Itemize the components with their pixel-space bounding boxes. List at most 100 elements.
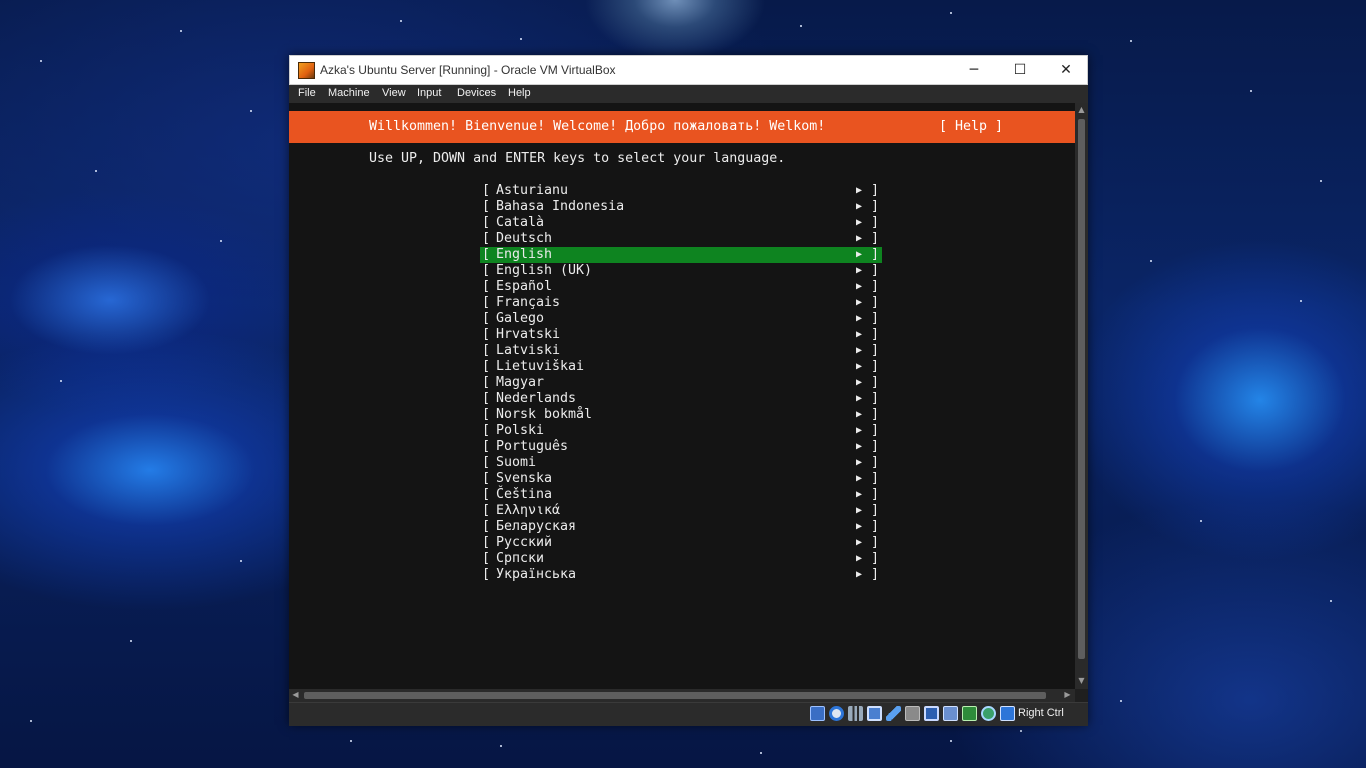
network-icon[interactable] <box>867 706 882 721</box>
bracket-open: [ <box>482 439 491 454</box>
bracket-open: [ <box>482 375 491 390</box>
language-option[interactable]: [Norsk bokmål ▶] <box>480 407 882 423</box>
mouse-integration-icon[interactable] <box>981 706 996 721</box>
language-option[interactable]: [Galego ▶] <box>480 311 882 327</box>
submenu-arrow-icon: ▶ <box>856 553 863 564</box>
language-option[interactable]: [Svenska ▶] <box>480 471 882 487</box>
close-button[interactable]: ✕ <box>1043 56 1089 85</box>
language-option[interactable]: [Nederlands ▶] <box>480 391 882 407</box>
bracket-open: [ <box>482 263 491 278</box>
menu-machine[interactable]: Machine <box>328 87 370 99</box>
scroll-right-arrow[interactable]: ▶ <box>1061 689 1074 702</box>
vertical-scroll-thumb[interactable] <box>1078 119 1085 659</box>
bracket-open: [ <box>482 551 491 566</box>
language-label: Hrvatski <box>496 327 561 342</box>
language-option[interactable]: [Suomi ▶] <box>480 455 882 471</box>
title-bar[interactable]: Azka's Ubuntu Server [Running] - Oracle … <box>289 55 1088 85</box>
language-option[interactable]: [ Español ▶] <box>480 279 882 295</box>
bracket-open: [ <box>482 215 491 230</box>
language-label: Nederlands <box>496 391 577 406</box>
bracket-close: ] <box>871 327 880 342</box>
submenu-arrow-icon: ▶ <box>856 441 863 452</box>
bracket-close: ] <box>871 551 880 566</box>
language-option[interactable]: [Русский ▶] <box>480 535 882 551</box>
submenu-arrow-icon: ▶ <box>856 537 863 548</box>
bracket-open: [ <box>482 423 491 438</box>
submenu-arrow-icon: ▶ <box>856 313 863 324</box>
language-option[interactable]: [Čeština ▶] <box>480 487 882 503</box>
bracket-open: [ <box>482 359 491 374</box>
bracket-close: ] <box>871 487 880 502</box>
submenu-arrow-icon: ▶ <box>856 393 863 404</box>
bracket-close: ] <box>871 359 880 374</box>
language-label: Galego <box>496 311 545 326</box>
scroll-left-arrow[interactable]: ◀ <box>289 689 302 702</box>
language-option[interactable]: [English ▶] <box>480 247 882 263</box>
bracket-close: ] <box>871 423 880 438</box>
language-option[interactable]: [Polski ▶] <box>480 423 882 439</box>
bracket-open: [ <box>482 455 491 470</box>
video-capture-icon[interactable] <box>943 706 958 721</box>
cpu-icon[interactable] <box>962 706 977 721</box>
language-option[interactable]: [Bahasa Indonesia ▶] <box>480 199 882 215</box>
language-option[interactable]: [Српски ▶] <box>480 551 882 567</box>
vertical-scrollbar[interactable]: ▲ ▼ <box>1075 103 1088 689</box>
language-option[interactable]: [Magyar ▶] <box>480 375 882 391</box>
vm-display[interactable]: Willkommen! Bienvenue! Welcome! Добро по… <box>289 103 1075 689</box>
language-option[interactable]: [Українська ▶] <box>480 567 882 583</box>
usb-icon[interactable] <box>886 706 901 721</box>
language-option[interactable]: [Ελληνικά ▶] <box>480 503 882 519</box>
bracket-open: [ <box>482 279 491 294</box>
language-label: Suomi <box>496 455 537 470</box>
submenu-arrow-icon: ▶ <box>856 505 863 516</box>
display-icon[interactable] <box>924 706 939 721</box>
scroll-down-arrow[interactable]: ▼ <box>1075 675 1088 688</box>
submenu-arrow-icon: ▶ <box>856 281 863 292</box>
menu-view[interactable]: View <box>382 87 406 99</box>
virtualbox-app-icon <box>298 62 315 79</box>
language-label: English (UK) <box>496 263 593 278</box>
menu-input[interactable]: Input <box>417 87 441 99</box>
language-option[interactable]: [Français ▶] <box>480 295 882 311</box>
optical-drive-icon[interactable] <box>829 706 844 721</box>
maximize-button[interactable]: ☐ <box>997 56 1043 85</box>
bracket-close: ] <box>871 535 880 550</box>
horizontal-scrollbar[interactable]: ◀ ▶ <box>289 689 1075 702</box>
instruction-text: Use UP, DOWN and ENTER keys to select yo… <box>369 151 786 166</box>
language-option[interactable]: [Asturianu ▶] <box>480 183 882 199</box>
keyboard-capture-icon[interactable] <box>1000 706 1015 721</box>
language-option[interactable]: [Lietuviškai ▶] <box>480 359 882 375</box>
audio-icon[interactable] <box>848 706 863 721</box>
hard-disk-icon[interactable] <box>810 706 825 721</box>
menu-devices[interactable]: Devices <box>457 87 496 99</box>
language-option[interactable]: [Català ▶] <box>480 215 882 231</box>
bracket-open: [ <box>482 231 491 246</box>
bracket-close: ] <box>871 183 880 198</box>
bracket-open: [ <box>482 471 491 486</box>
language-option[interactable]: [Hrvatski ▶] <box>480 327 882 343</box>
bracket-close: ] <box>871 375 880 390</box>
submenu-arrow-icon: ▶ <box>856 361 863 372</box>
horizontal-scroll-thumb[interactable] <box>304 692 1046 699</box>
language-label: Svenska <box>496 471 553 486</box>
minimize-button[interactable]: ─ <box>951 56 997 85</box>
bracket-close: ] <box>871 279 880 294</box>
bracket-close: ] <box>871 471 880 486</box>
menu-help[interactable]: Help <box>508 87 531 99</box>
bracket-close: ] <box>871 391 880 406</box>
bracket-open: [ <box>482 183 491 198</box>
language-option[interactable]: [Deutsch ▶] <box>480 231 882 247</box>
language-label: Español <box>496 279 553 294</box>
scroll-up-arrow[interactable]: ▲ <box>1075 104 1088 117</box>
menu-file[interactable]: File <box>298 87 316 99</box>
bracket-close: ] <box>871 439 880 454</box>
help-button[interactable]: [ Help ] <box>939 119 1003 135</box>
submenu-arrow-icon: ▶ <box>856 345 863 356</box>
language-list: [Asturianu ▶] [Bahasa Indonesia ▶] [Català ▶]… <box>480 183 882 583</box>
language-option[interactable]: [Latviski ▶] <box>480 343 882 359</box>
language-option[interactable]: [Беларуская ▶] <box>480 519 882 535</box>
language-option[interactable]: [Português ▶] <box>480 439 882 455</box>
language-label: Magyar <box>496 375 545 390</box>
shared-folders-icon[interactable] <box>905 706 920 721</box>
language-option[interactable]: [English (UK) ▶] <box>480 263 882 279</box>
